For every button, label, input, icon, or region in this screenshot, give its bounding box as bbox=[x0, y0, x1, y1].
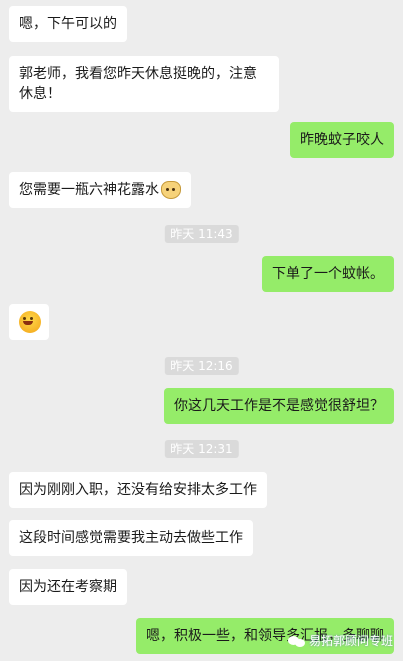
message-bubble[interactable]: 这段时间感觉需要我主动去做些工作 bbox=[9, 520, 253, 556]
message-bubble[interactable]: 下单了一个蚊帐。 bbox=[262, 256, 394, 292]
wechat-icon bbox=[287, 634, 306, 648]
message-text: 郭老师，我看您昨天休息挺晚的，注意休息！ bbox=[19, 66, 257, 102]
message-bubble[interactable]: 因为刚刚入职，还没有给安排太多工作 bbox=[9, 472, 267, 508]
message-text: 因为还在考察期 bbox=[19, 579, 117, 595]
message-text: 嗯，下午可以的 bbox=[19, 16, 117, 32]
message-bubble[interactable]: 您需要一瓶六神花露水 bbox=[9, 172, 191, 208]
message-text: 您需要一瓶六神花露水 bbox=[19, 182, 159, 198]
grinning-face-icon bbox=[19, 311, 41, 333]
message-bubble[interactable] bbox=[9, 304, 49, 340]
watermark-text: 易拓郭顾问专班 bbox=[308, 634, 393, 648]
timestamp: 昨天 12:16 bbox=[164, 357, 239, 375]
chat-area: 嗯，下午可以的 郭老师，我看您昨天休息挺晚的，注意休息！ 昨晚蚊子咬人 您需要一… bbox=[0, 0, 403, 661]
watermark: 易拓郭顾问专班 bbox=[287, 632, 393, 649]
message-text: 你这几天工作是不是感觉很舒坦？ bbox=[174, 398, 384, 414]
message-bubble[interactable]: 你这几天工作是不是感觉很舒坦？ bbox=[164, 388, 394, 424]
message-text: 这段时间感觉需要我主动去做些工作 bbox=[19, 530, 243, 546]
timestamp: 昨天 11:43 bbox=[164, 225, 239, 243]
message-text: 昨晚蚊子咬人 bbox=[300, 132, 384, 148]
cat-face-icon bbox=[161, 181, 181, 199]
message-bubble[interactable]: 嗯，下午可以的 bbox=[9, 6, 127, 42]
message-bubble[interactable]: 郭老师，我看您昨天休息挺晚的，注意休息！ bbox=[9, 56, 279, 112]
timestamp: 昨天 12:31 bbox=[164, 440, 239, 458]
message-bubble[interactable]: 昨晚蚊子咬人 bbox=[290, 122, 394, 158]
message-bubble[interactable]: 因为还在考察期 bbox=[9, 569, 127, 605]
message-text: 因为刚刚入职，还没有给安排太多工作 bbox=[19, 482, 257, 498]
message-text: 下单了一个蚊帐。 bbox=[272, 266, 384, 282]
